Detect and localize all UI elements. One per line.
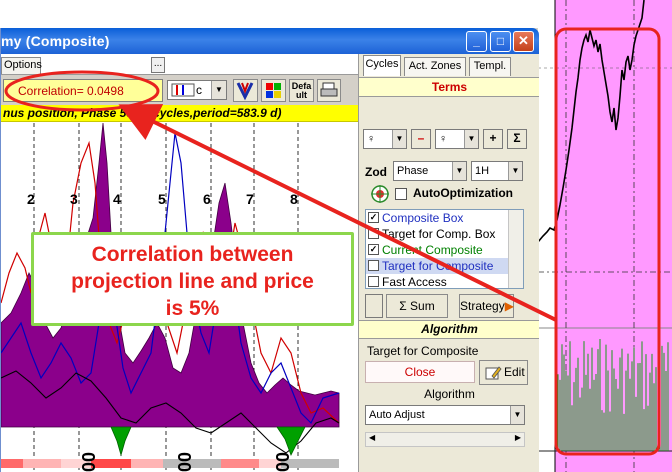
callout-line-1: Correlation between	[91, 243, 294, 266]
callout-line-2: projection line and price	[71, 270, 314, 293]
annotation-callout: Correlation between projection line and …	[31, 232, 354, 326]
callout-text: Correlation between projection line and …	[34, 241, 351, 322]
price-highlight-box	[554, 27, 661, 456]
correlation-highlight-ellipse	[4, 70, 160, 112]
callout-line-3: is 5%	[165, 297, 220, 320]
